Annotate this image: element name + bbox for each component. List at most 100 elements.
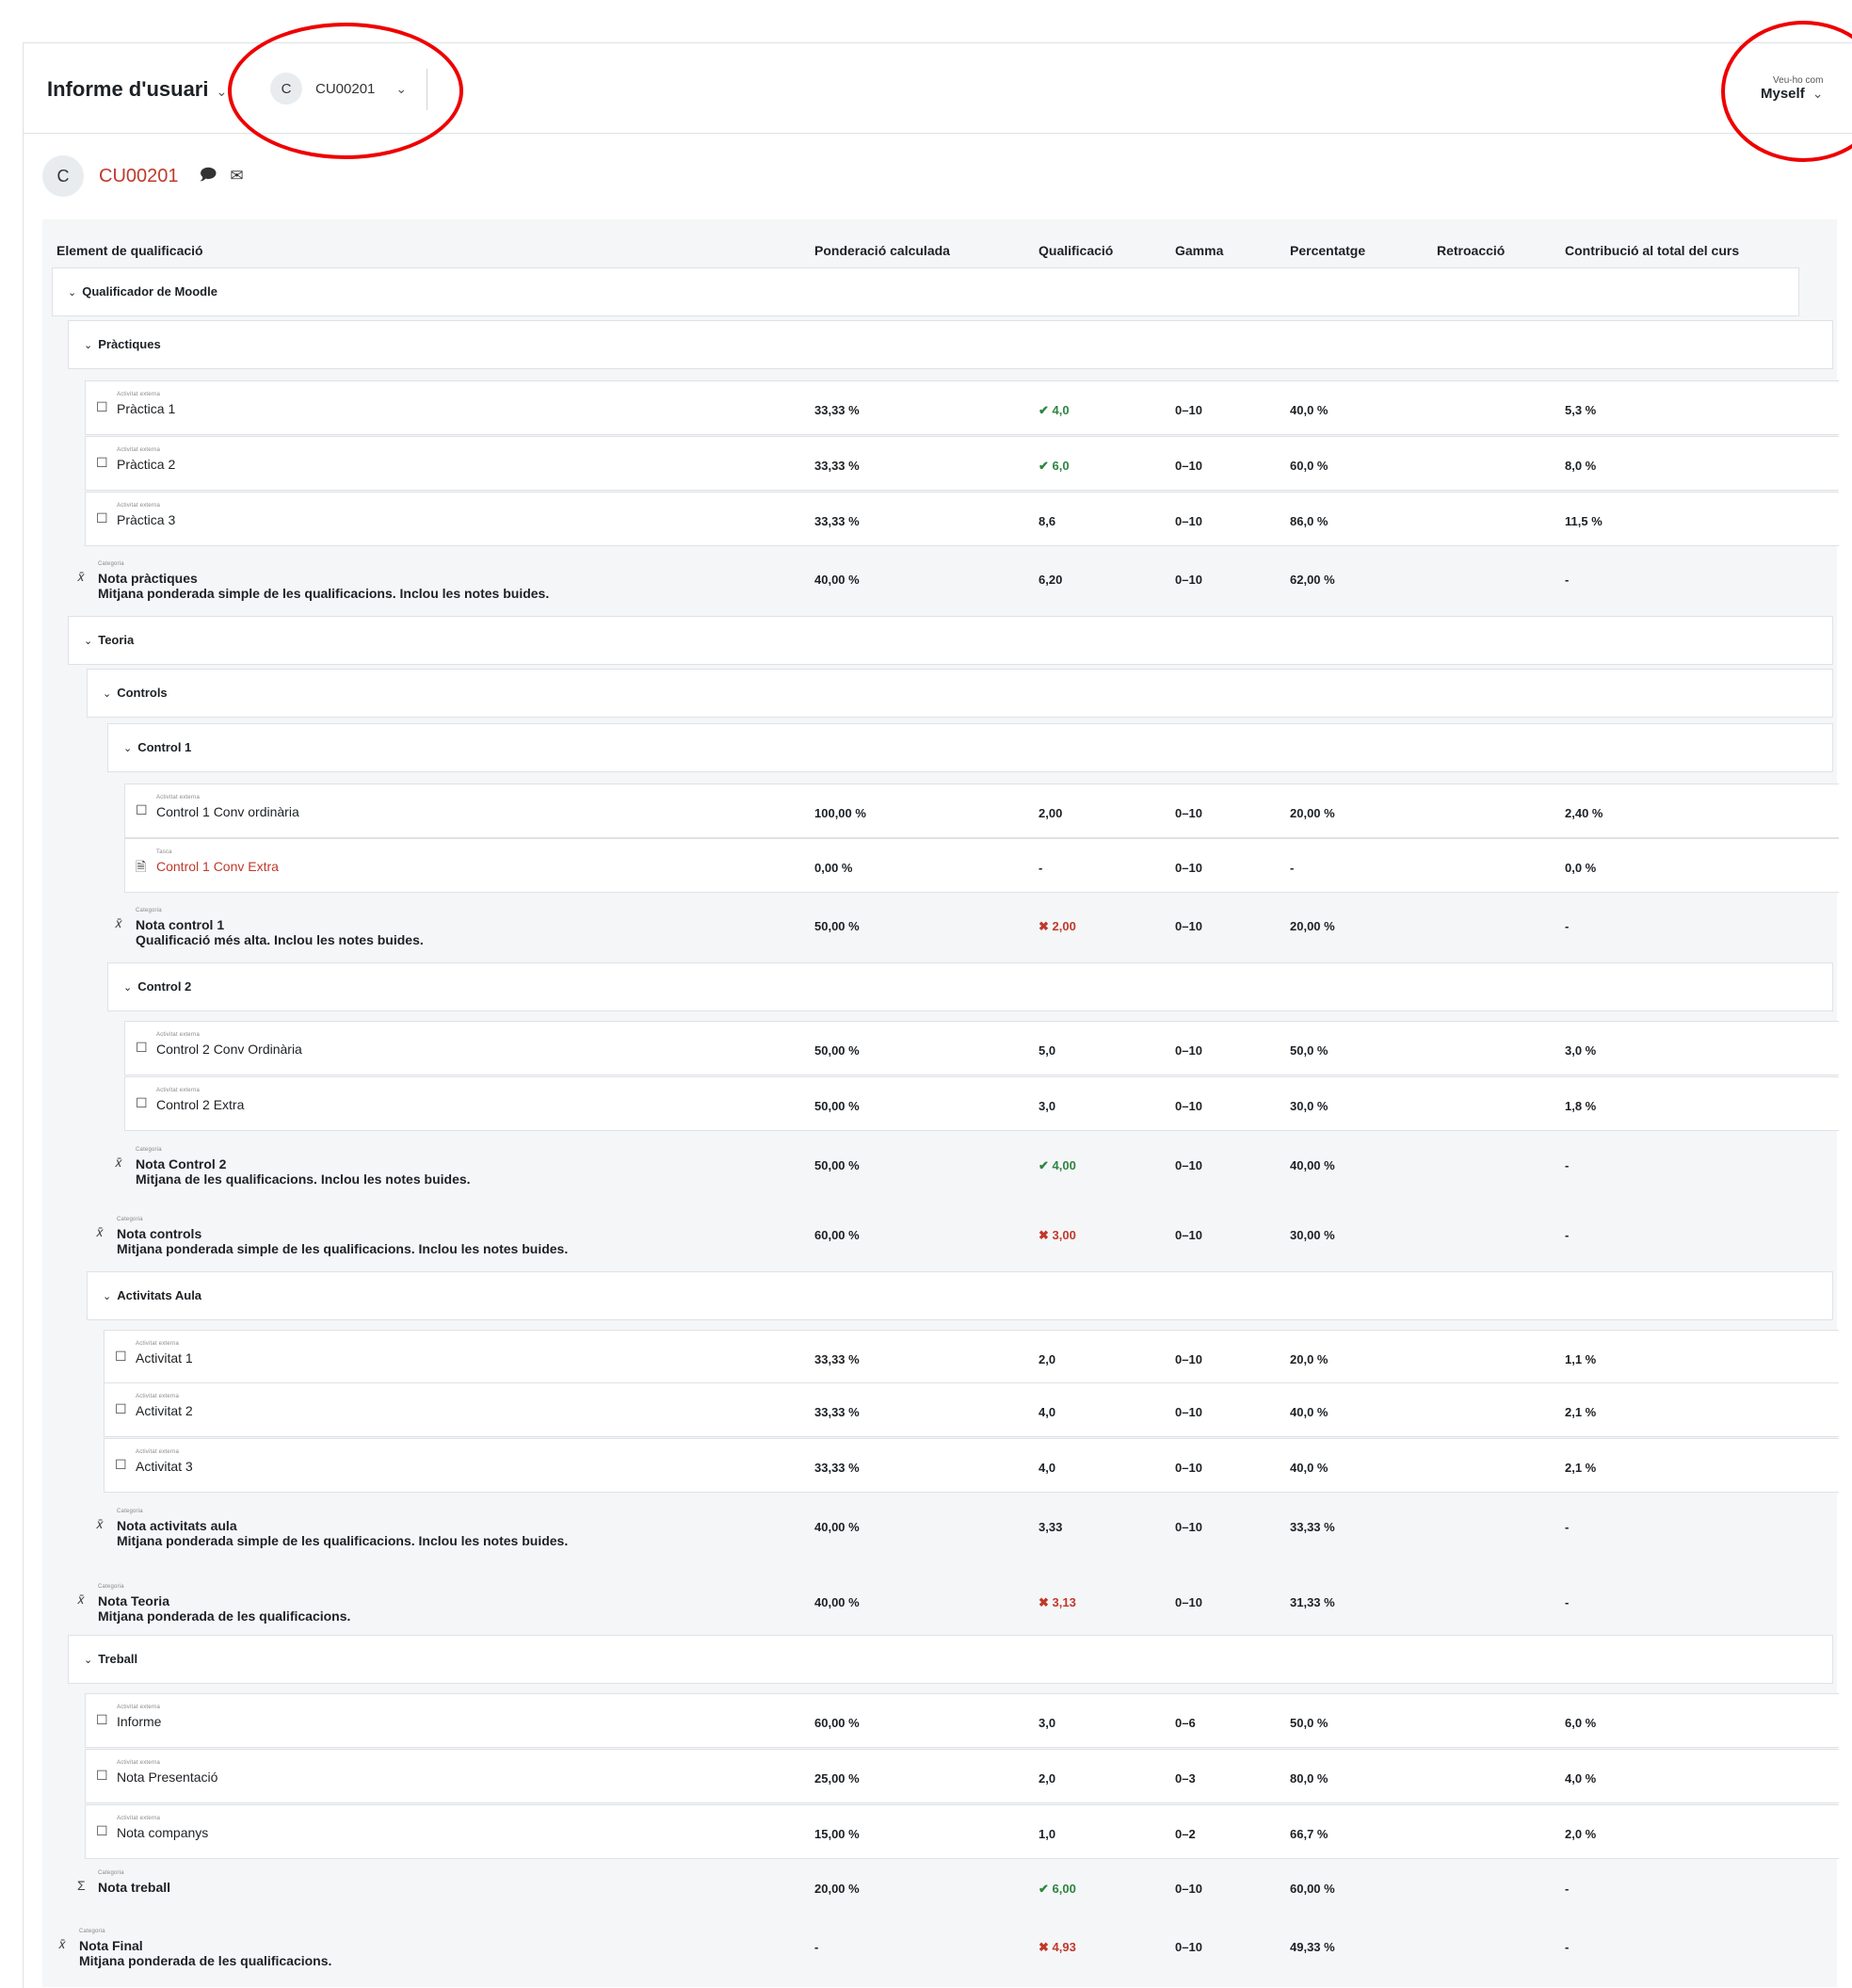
external-tool-icon: ☐: [115, 1349, 127, 1364]
item-type-label: Categoria: [79, 1929, 105, 1934]
category-label: ⌄ Treball: [84, 1652, 137, 1666]
contribution-cell: 5,3 %: [1565, 403, 1597, 417]
category-row[interactable]: ⌄ Activitats Aula: [87, 1271, 1833, 1320]
grade-item-link[interactable]: Pràctica 2: [117, 457, 175, 472]
weight-cell: 60,00 %: [814, 1716, 860, 1730]
chevron-down-icon[interactable]: ⌄: [84, 340, 92, 351]
column-header: Percentatge: [1290, 243, 1366, 258]
category-name: Pràctiques: [98, 337, 161, 351]
category-row[interactable]: ⌄ Qualificador de Moodle: [52, 267, 1799, 316]
grade-cell: ✖ 4,93: [1039, 1940, 1076, 1954]
category-row[interactable]: ⌄ Teoria: [68, 616, 1833, 665]
chevron-down-icon[interactable]: ⌄: [68, 287, 76, 299]
category-row[interactable]: ⌄ Controls: [87, 669, 1833, 718]
category-row[interactable]: ⌄ Control 2: [107, 962, 1833, 1011]
grade-item-link[interactable]: Nota Presentació: [117, 1770, 217, 1785]
external-tool-icon: ☐: [96, 1768, 108, 1783]
envelope-icon[interactable]: ✉: [230, 167, 243, 186]
speech-bubble-icon[interactable]: 🗩: [200, 163, 217, 190]
weight-cell: 50,00 %: [814, 1043, 860, 1058]
item-type-label: Activitat externa: [156, 1088, 201, 1093]
grade-cell: 5,0: [1039, 1043, 1056, 1058]
cross-icon: ✖: [1039, 1228, 1053, 1242]
grade-item-link[interactable]: Nota companys: [117, 1825, 208, 1840]
category-row[interactable]: ⌄ Pràctiques: [68, 320, 1833, 369]
category-total-name: Nota Teoria: [98, 1593, 169, 1608]
grade-cell: ✔ 4,0: [1039, 403, 1070, 417]
external-tool-icon: ☐: [96, 1823, 108, 1838]
weight-cell: 33,33 %: [814, 1461, 860, 1475]
range-cell: 0–3: [1175, 1771, 1196, 1786]
column-header: Qualificació: [1039, 243, 1114, 258]
mean-icon: 𝑥̄: [77, 569, 85, 584]
weight-cell: 50,00 %: [814, 919, 860, 933]
percentage-cell: 31,33 %: [1290, 1595, 1335, 1609]
contribution-cell: -: [1565, 1228, 1570, 1242]
view-as-selector[interactable]: Veu-ho com Myself ⌄: [1761, 75, 1823, 103]
cross-icon: ✖: [1039, 919, 1053, 933]
percentage-cell: 40,0 %: [1290, 1405, 1329, 1419]
grade-cell: 4,0: [1039, 1405, 1056, 1419]
mean-icon: 𝑥̄: [77, 1592, 85, 1607]
column-header: Element de qualificació: [56, 243, 203, 258]
weight-cell: 20,00 %: [814, 1882, 860, 1896]
grade-item-link[interactable]: Control 2 Extra: [156, 1097, 244, 1112]
percentage-cell: 50,0 %: [1290, 1043, 1329, 1058]
aggregation-description: Mitjana ponderada simple de les qualific…: [117, 1533, 569, 1548]
grade-item-link[interactable]: Activitat 3: [136, 1459, 193, 1474]
external-tool-icon: ☐: [136, 802, 148, 817]
chevron-down-icon[interactable]: ⌄: [103, 688, 111, 700]
contribution-cell: 8,0 %: [1565, 459, 1597, 473]
view-as-label: Veu-ho com: [1773, 75, 1824, 86]
chevron-down-icon[interactable]: ⌄: [84, 636, 92, 647]
weight-cell: 50,00 %: [814, 1158, 860, 1172]
grade-item-link[interactable]: Control 1 Conv ordinària: [156, 804, 299, 819]
grade-item-link[interactable]: Pràctica 1: [117, 401, 175, 416]
item-type-label: Categoria: [136, 908, 162, 913]
grade-cell: 8,6: [1039, 514, 1056, 528]
grade-item-link[interactable]: Activitat 1: [136, 1350, 193, 1366]
contribution-cell: 11,5 %: [1565, 514, 1602, 528]
category-row[interactable]: ⌄ Control 1: [107, 723, 1833, 772]
grade-item-link[interactable]: Control 1 Conv Extra: [156, 859, 279, 874]
chevron-down-icon[interactable]: ⌄: [123, 982, 132, 994]
contribution-cell: 0,0 %: [1565, 861, 1597, 875]
weight-cell: 100,00 %: [814, 806, 866, 820]
external-tool-icon: ☐: [96, 455, 108, 470]
category-row[interactable]: ⌄ Treball: [68, 1635, 1833, 1684]
item-type-label: Activitat externa: [136, 1341, 180, 1347]
user-name-link[interactable]: CU00201: [99, 166, 179, 187]
category-name: Controls: [117, 686, 168, 700]
chevron-down-icon[interactable]: ⌄: [123, 743, 132, 754]
mean-icon: 𝑥̄: [58, 1936, 66, 1951]
grade-cell: ✔ 6,00: [1039, 1882, 1076, 1896]
range-cell: 0–10: [1175, 1043, 1202, 1058]
mean-icon: 𝑥̄: [115, 1155, 122, 1170]
item-type-label: Activitat externa: [117, 1705, 161, 1710]
range-cell: 0–10: [1175, 573, 1202, 587]
aggregation-description: Qualificació més alta. Inclou les notes …: [136, 932, 424, 947]
cross-icon: ✖: [1039, 1940, 1053, 1954]
avatar: C: [42, 155, 84, 197]
grade-item-link[interactable]: Activitat 2: [136, 1403, 193, 1418]
grade-cell: 2,00: [1039, 806, 1063, 820]
grade-item-link[interactable]: Informe: [117, 1714, 161, 1729]
report-selector[interactable]: Informe d'usuari ⌄: [47, 77, 227, 102]
category-label: ⌄ Teoria: [84, 633, 134, 647]
category-total-name: Nota activitats aula: [117, 1518, 237, 1533]
chevron-down-icon[interactable]: ⌄: [103, 1291, 111, 1302]
range-cell: 0–10: [1175, 514, 1202, 528]
chevron-down-icon[interactable]: ⌄: [84, 1655, 92, 1666]
contribution-cell: -: [1565, 1158, 1570, 1172]
aggregation-description: Mitjana ponderada de les qualificacions.: [98, 1608, 351, 1624]
weight-cell: 33,33 %: [814, 1405, 860, 1419]
contribution-cell: 1,1 %: [1565, 1352, 1597, 1366]
grade-item-link[interactable]: Pràctica 3: [117, 512, 175, 527]
mean-icon: 𝑥̄: [96, 1516, 104, 1531]
weight-cell: 33,33 %: [814, 1352, 860, 1366]
grade-item-link[interactable]: Control 2 Conv Ordinària: [156, 1042, 302, 1057]
contribution-cell: -: [1565, 1595, 1570, 1609]
external-tool-icon: ☐: [115, 1401, 127, 1416]
user-selector[interactable]: C CU00201 ⌄: [270, 73, 407, 105]
percentage-cell: 66,7 %: [1290, 1827, 1329, 1841]
